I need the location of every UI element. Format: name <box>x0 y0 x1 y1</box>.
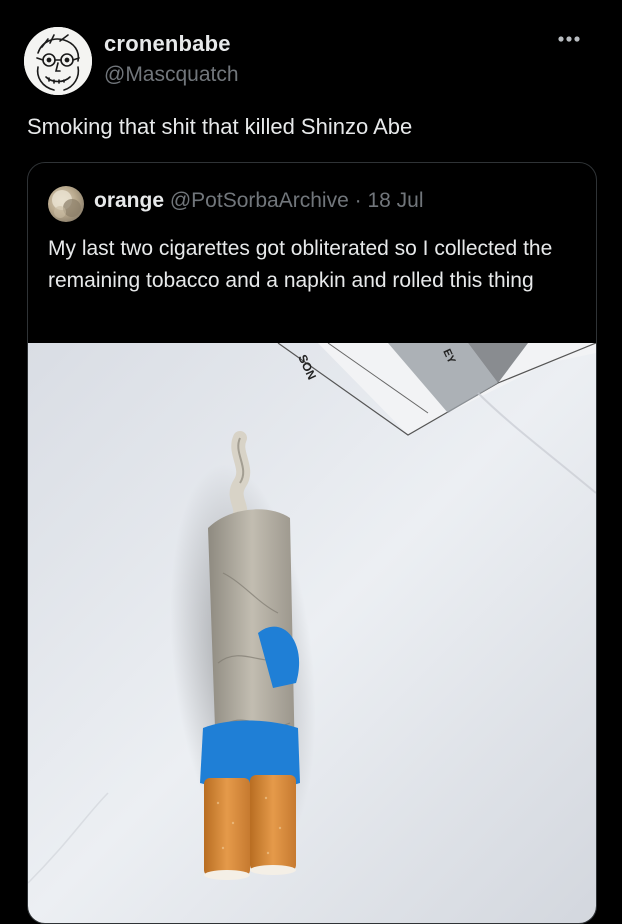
author-display-name[interactable]: cronenbabe <box>104 31 231 57</box>
author-avatar[interactable] <box>24 27 92 95</box>
filter-right <box>250 775 296 871</box>
quoted-meta: orange @PotSorbaArchive · 18 Jul <box>94 189 424 213</box>
quoted-author-avatar[interactable] <box>48 186 84 222</box>
quoted-tweet[interactable]: orange @PotSorbaArchive · 18 Jul My last… <box>27 162 597 924</box>
meta-separator: · <box>354 189 362 212</box>
quoted-photo[interactable]: SON EY <box>28 342 596 923</box>
more-options-button[interactable] <box>552 26 586 52</box>
tweet-text: Smoking that shit that killed Shinzo Abe <box>27 114 413 139</box>
joint-photo: SON EY <box>28 342 596 923</box>
blurred-avatar-icon <box>52 190 81 218</box>
author-handle[interactable]: @Mascquatch <box>104 63 239 87</box>
quoted-text: My last two cigarettes got obliterated s… <box>48 237 553 292</box>
ellipsis-icon <box>558 36 580 42</box>
paper-background <box>28 343 596 923</box>
sketch-face-avatar-icon <box>24 27 92 95</box>
quoted-display-name[interactable]: orange <box>94 189 164 212</box>
quoted-handle[interactable]: @PotSorbaArchive <box>170 189 349 212</box>
tweet: cronenbabe @Mascquatch Smoking that shit… <box>0 0 622 924</box>
quoted-date[interactable]: 18 Jul <box>367 189 423 212</box>
filter-left <box>204 778 250 876</box>
